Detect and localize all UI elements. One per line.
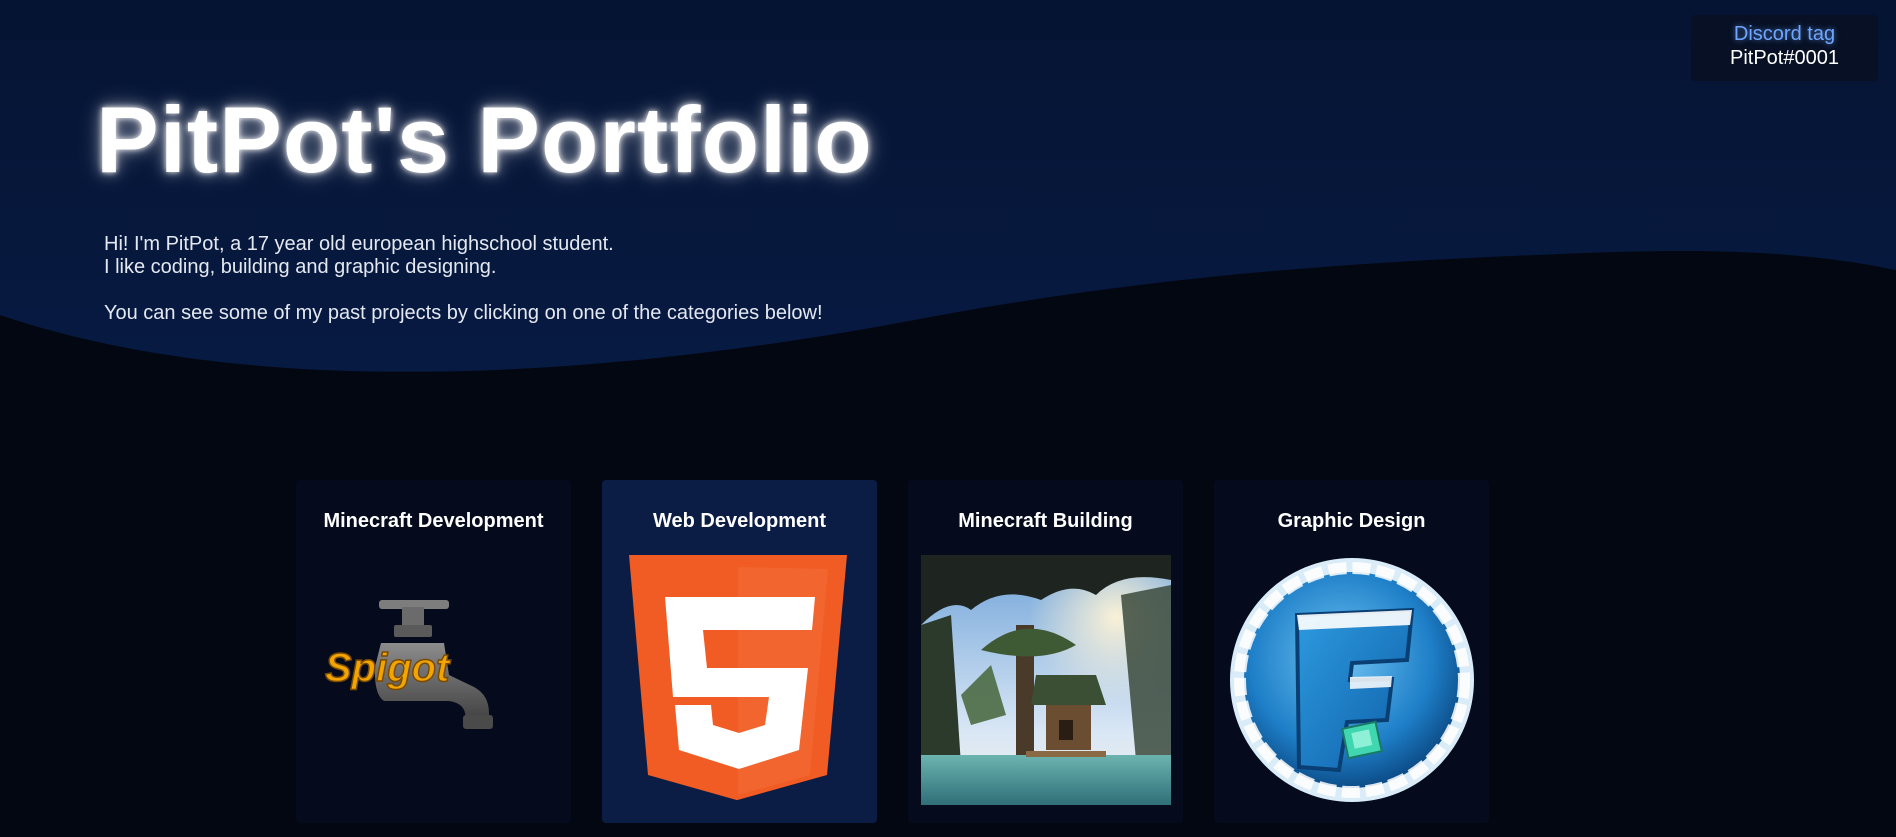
discord-tag-value: PitPot#0001 <box>1730 47 1839 69</box>
category-card-web-development[interactable]: Web Development 5 <box>602 480 877 823</box>
category-title: Web Development <box>653 510 826 532</box>
spigot-faucet-icon: Spigot <box>309 555 559 805</box>
page-title: PitPot's Portfolio <box>96 87 873 192</box>
graphic-design-letter: F <box>1352 555 1353 556</box>
snow-globe-f-logo-icon: F <box>1227 555 1477 805</box>
category-title: Minecraft Building <box>958 510 1133 532</box>
intro-text: Hi! I'm PitPot, a 17 year old european h… <box>104 233 823 325</box>
category-card-minecraft-building[interactable]: Minecraft Building <box>908 480 1183 823</box>
discord-tag-label[interactable]: Discord tag <box>1691 23 1878 46</box>
category-title: Graphic Design <box>1277 510 1426 532</box>
spigot-logo-text: Spigot <box>325 646 451 690</box>
intro-line: I like coding, building and graphic desi… <box>104 256 497 278</box>
portfolio-page: Discord tag PitPot#0001 PitPot's Portfol… <box>0 0 1896 837</box>
category-cards: Minecraft Development Spigot Web Develop… <box>296 480 1489 823</box>
hero-wave-background <box>0 0 1896 372</box>
minecraft-build-screenshot <box>921 555 1171 805</box>
category-card-graphic-design[interactable]: Graphic Design F <box>1214 480 1489 823</box>
category-card-minecraft-development[interactable]: Minecraft Development Spigot <box>296 480 571 823</box>
category-title: Minecraft Development <box>323 510 544 532</box>
html5-logo-icon: 5 <box>615 555 865 805</box>
discord-tag-box: Discord tag PitPot#0001 <box>1691 15 1878 81</box>
intro-line: You can see some of my past projects by … <box>104 302 823 324</box>
intro-line: Hi! I'm PitPot, a 17 year old european h… <box>104 233 614 255</box>
